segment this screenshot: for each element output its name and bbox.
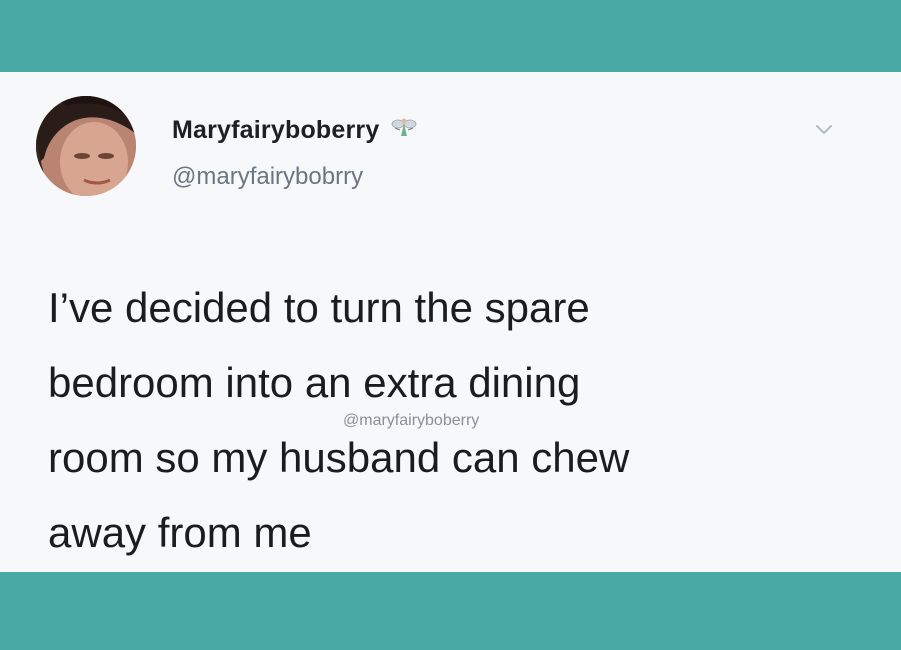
watermark-text: @maryfairyboberry [343,412,480,429]
user-handle[interactable]: @maryfairybobrry [172,163,363,191]
avatar-photo [36,96,136,196]
top-frame-band [0,0,901,72]
avatar[interactable] [36,96,136,196]
display-name[interactable]: Maryfairyboberry [172,116,417,145]
display-name-text: Maryfairyboberry [172,116,380,144]
fairy-icon [391,116,417,140]
chevron-down-icon[interactable] [813,122,835,138]
bottom-frame-band [0,572,901,650]
